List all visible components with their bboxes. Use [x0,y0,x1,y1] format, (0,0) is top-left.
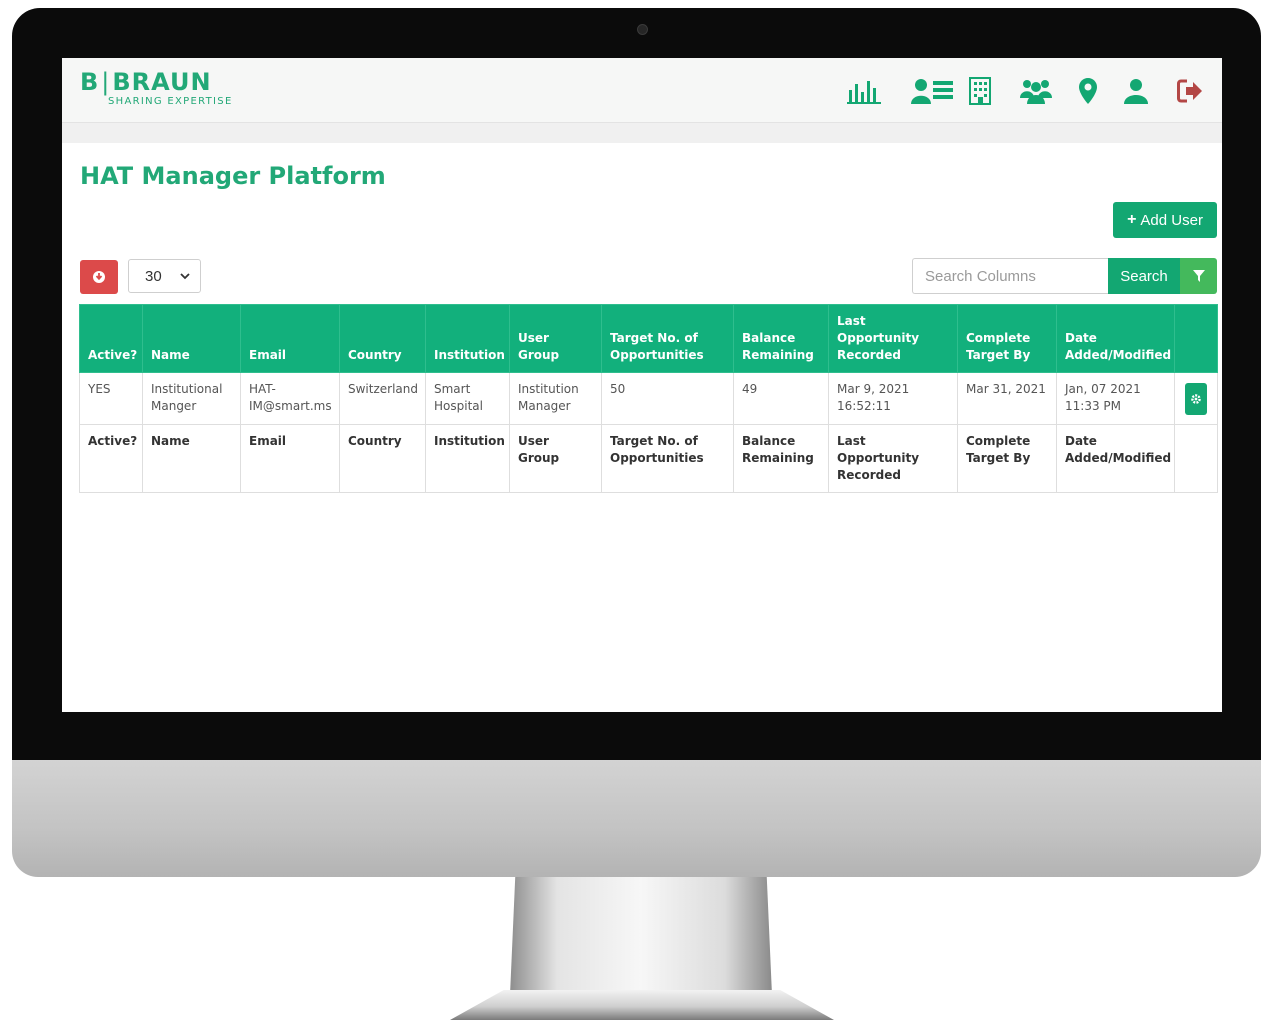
logo-braun: BRAUN [112,68,212,96]
col-header-complete-by[interactable]: Complete Target By [957,304,1057,373]
col-footer-active: Active? [79,424,143,493]
monitor-chin [12,760,1261,877]
camera-dot [637,24,648,35]
chevron-down-icon [180,273,190,280]
col-header-email[interactable]: Email [240,304,340,373]
filter-button[interactable] [1180,258,1217,294]
cell-name: Institutional Manger [142,372,241,425]
cell-complete-by: Mar 31, 2021 [957,372,1057,425]
logo-tagline: SHARING EXPERTISE [108,96,233,107]
col-header-target[interactable]: Target No. of Opportunities [601,304,734,373]
cell-date-modified: Jan, 07 2021 11:33 PM [1056,372,1175,425]
col-footer-actions [1174,424,1218,493]
col-footer-institution: Institution [425,424,510,493]
cell-balance: 49 [733,372,829,425]
page-title: HAT Manager Platform [80,162,386,190]
bar-chart-icon[interactable] [844,76,884,106]
col-header-date-modified[interactable]: Date Added/Modified [1056,304,1175,373]
brand-logo[interactable]: B|BRAUN SHARING EXPERTISE [80,70,233,107]
map-pin-icon[interactable] [1074,76,1102,106]
col-footer-name: Name [142,424,241,493]
sub-navbar [62,123,1222,143]
cell-email: HAT-IM@smart.ms [240,372,340,425]
col-header-user-group[interactable]: User Group [509,304,602,373]
col-header-institution[interactable]: Institution [425,304,510,373]
filter-icon [1192,270,1205,282]
users-table: Active? Name Email Country Institution U… [79,304,1218,493]
cell-actions [1174,372,1218,425]
monitor-base [450,990,834,1020]
logout-icon[interactable] [1174,76,1206,106]
col-header-country[interactable]: Country [339,304,426,373]
col-footer-complete-by: Complete Target By [957,424,1057,493]
download-circle-icon [93,271,105,283]
row-settings-button[interactable] [1185,383,1207,415]
export-button[interactable] [80,260,118,294]
monitor-stand [510,877,772,995]
user-list-icon[interactable] [910,76,954,106]
page-size-select[interactable]: 30 [128,259,201,293]
plus-icon: + [1127,211,1137,228]
col-footer-email: Email [240,424,340,493]
table-header: Active? Name Email Country Institution U… [79,304,1218,373]
cell-institution: Smart Hospital [425,372,510,425]
cell-country: Switzerland [339,372,426,425]
col-footer-last-recorded: Last Opportunity Recorded [828,424,958,493]
cell-last-recorded: Mar 9, 2021 16:52:11 [828,372,958,425]
page-size-value: 30 [145,267,162,285]
col-header-balance[interactable]: Balance Remaining [733,304,829,373]
col-footer-target: Target No. of Opportunities [601,424,734,493]
add-user-button[interactable]: + Add User [1113,202,1217,238]
col-header-actions [1174,304,1218,373]
col-header-active[interactable]: Active? [79,304,143,373]
col-footer-user-group: User Group [509,424,602,493]
imac-mockup: B|BRAUN SHARING EXPERTISE HAT Manager Pl… [0,0,1261,1021]
search-input[interactable] [912,258,1108,294]
logo-b: B [80,68,100,96]
col-footer-country: Country [339,424,426,493]
search-button[interactable]: Search [1108,258,1180,294]
users-group-icon[interactable] [1016,76,1056,106]
cell-user-group: Institution Manager [509,372,602,425]
add-user-label: Add User [1140,211,1203,229]
top-navbar: B|BRAUN SHARING EXPERTISE [62,58,1222,123]
col-header-last-recorded[interactable]: Last Opportunity Recorded [828,304,958,373]
table-row: YES Institutional Manger HAT-IM@smart.ms… [79,372,1218,425]
building-icon[interactable] [962,76,998,106]
cell-active: YES [79,372,143,425]
col-header-name[interactable]: Name [142,304,241,373]
user-profile-icon[interactable] [1120,76,1152,106]
col-footer-balance: Balance Remaining [733,424,829,493]
app-screen: B|BRAUN SHARING EXPERTISE HAT Manager Pl… [62,58,1222,712]
col-footer-date-modified: Date Added/Modified [1056,424,1175,493]
gear-icon [1191,394,1201,404]
table-footer: Active? Name Email Country Institution U… [79,424,1218,493]
cell-target: 50 [601,372,734,425]
